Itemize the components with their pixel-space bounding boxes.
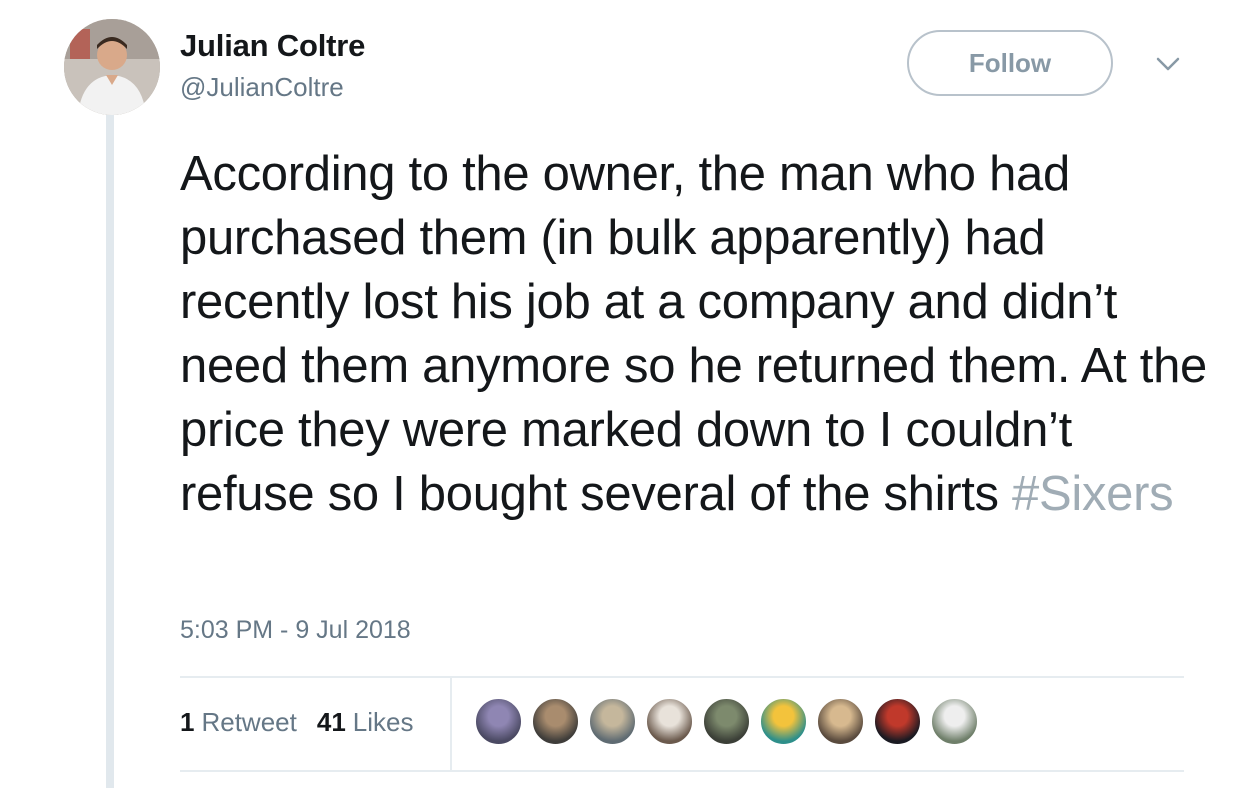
liker-avatar[interactable] xyxy=(702,697,751,746)
like-count[interactable]: 41 Likes xyxy=(317,707,414,738)
author-name[interactable]: Julian Coltre xyxy=(180,28,365,64)
retweet-label: Retweet xyxy=(201,706,297,737)
chevron-down-icon[interactable] xyxy=(1152,52,1184,76)
liker-avatar[interactable] xyxy=(873,697,922,746)
tweet-timestamp[interactable]: 5:03 PM - 9 Jul 2018 xyxy=(180,616,411,645)
liker-avatar[interactable] xyxy=(588,697,637,746)
stats-top-divider xyxy=(180,676,1184,678)
like-label: Likes xyxy=(352,706,414,737)
thread-line xyxy=(106,112,114,788)
stats-bottom-divider xyxy=(180,770,1184,772)
stats-separator xyxy=(450,677,452,771)
retweet-count[interactable]: 1 Retweet xyxy=(180,707,297,738)
likers-list xyxy=(474,697,987,746)
follow-button[interactable]: Follow xyxy=(907,30,1113,96)
hashtag-link[interactable]: #Sixers xyxy=(1012,467,1174,521)
liker-avatar[interactable] xyxy=(816,697,865,746)
profile-photo xyxy=(64,19,160,115)
tweet-text: According to the owner, the man who had … xyxy=(180,142,1210,526)
author-handle[interactable]: @JulianColtre xyxy=(180,72,344,103)
retweet-count-value: 1 xyxy=(180,706,195,737)
liker-avatar[interactable] xyxy=(474,697,523,746)
tweet-stats: 1 Retweet 41 Likes xyxy=(180,702,413,742)
liker-avatar[interactable] xyxy=(645,697,694,746)
liker-avatar[interactable] xyxy=(531,697,580,746)
tweet-body: According to the owner, the man who had … xyxy=(180,147,1208,521)
avatar[interactable] xyxy=(64,19,160,115)
like-count-value: 41 xyxy=(316,706,346,737)
liker-avatar[interactable] xyxy=(759,697,808,746)
liker-avatar[interactable] xyxy=(930,697,979,746)
